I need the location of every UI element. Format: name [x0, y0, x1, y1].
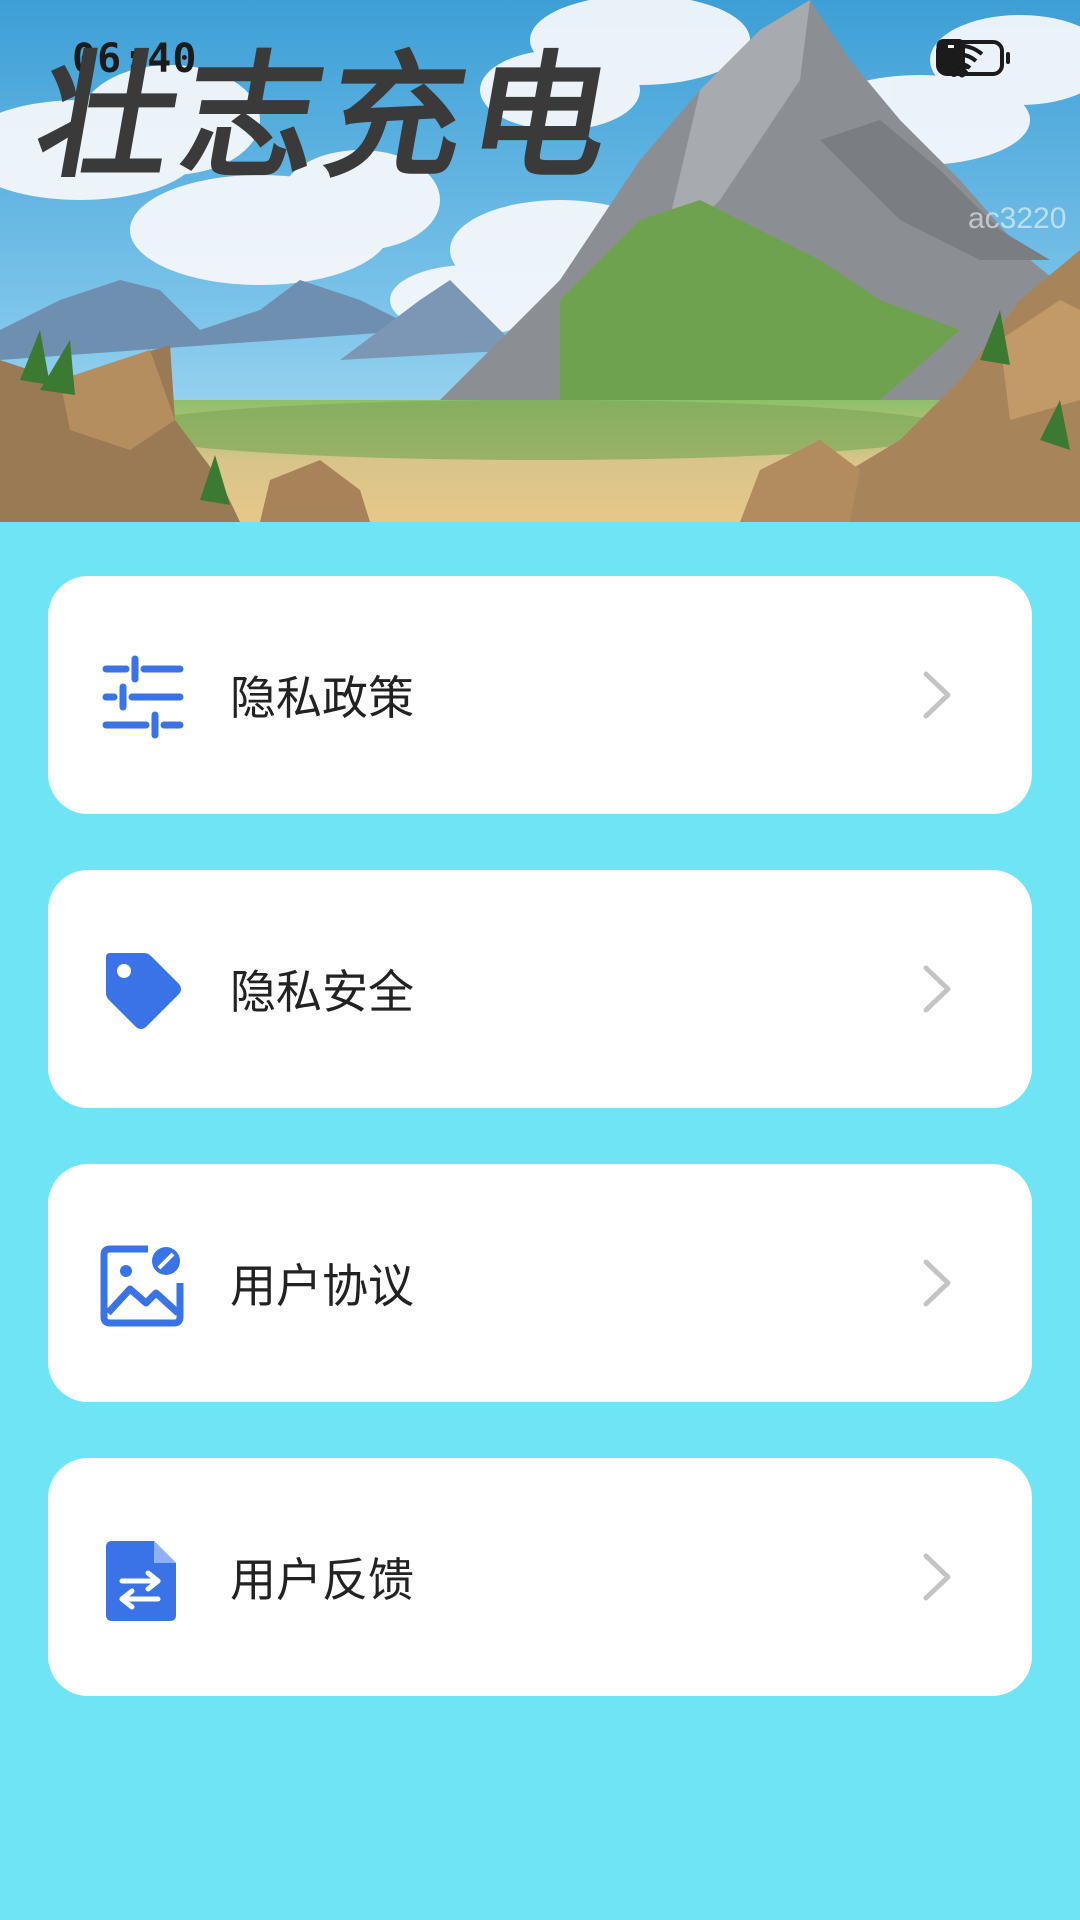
menu-item-user-feedback[interactable]: 用户反馈: [48, 1458, 1032, 1696]
watermark-text: ac3220: [968, 202, 1067, 235]
menu-item-privacy-security[interactable]: 隐私安全: [48, 870, 1032, 1108]
menu-item-user-agreement[interactable]: 用户协议: [48, 1164, 1032, 1402]
header-banner: 06:40 6 壮志充电 ac3220: [0, 0, 1080, 522]
app-title: 壮志充电: [26, 39, 630, 197]
menu-item-label: 隐私安全: [230, 965, 414, 1019]
tag-icon: [100, 949, 184, 1033]
menu-item-label: 用户反馈: [230, 1553, 414, 1607]
status-icons: 6: [936, 38, 1010, 82]
menu-item-label: 用户协议: [230, 1259, 414, 1313]
file-swap-icon: [100, 1537, 184, 1621]
menu-item-privacy-policy[interactable]: 隐私政策: [48, 576, 1032, 814]
sliders-icon: [100, 655, 184, 739]
settings-menu: 隐私政策 隐私安全 用户协议 用户反馈: [48, 576, 1032, 1752]
chevron-right-icon: [922, 1552, 952, 1602]
image-icon: [100, 1243, 184, 1327]
chevron-right-icon: [922, 964, 952, 1014]
chevron-right-icon: [922, 670, 952, 720]
menu-item-label: 隐私政策: [230, 671, 414, 725]
chevron-right-icon: [922, 1258, 952, 1308]
